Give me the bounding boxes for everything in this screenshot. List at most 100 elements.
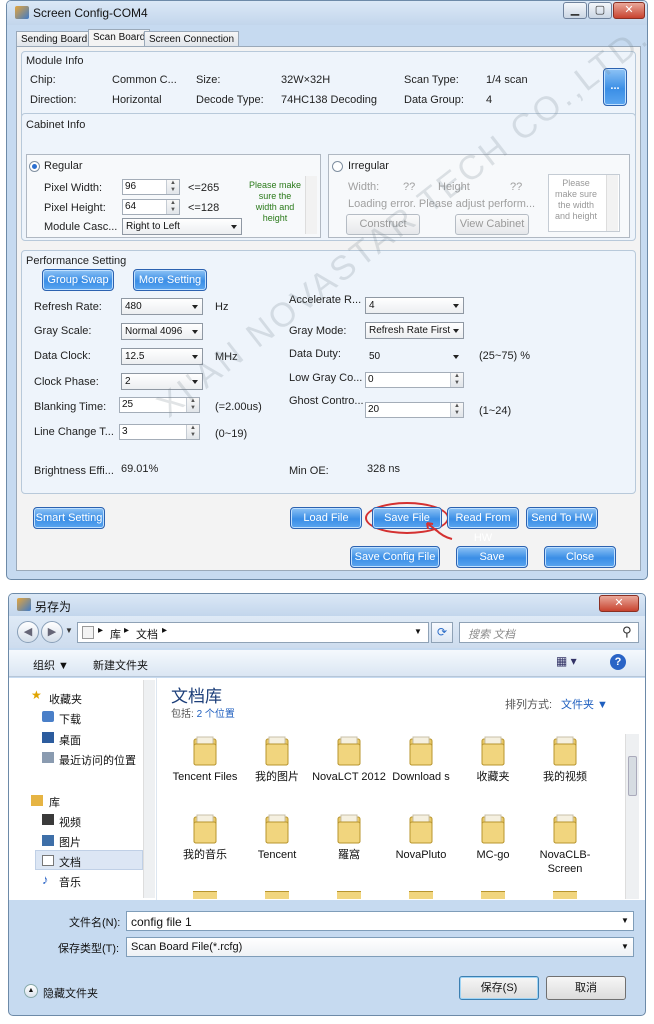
minimize-button[interactable]: ▁ <box>563 2 587 19</box>
folder-icon[interactable] <box>481 814 505 844</box>
back-button[interactable]: ◀ <box>17 621 39 643</box>
read-from-hw-button[interactable]: Read From HW <box>447 507 519 544</box>
new-folder-button[interactable]: 新建文件夹 <box>93 657 148 673</box>
folder-icon[interactable] <box>193 814 217 844</box>
tab-scan-board[interactable]: Scan Board <box>88 29 151 47</box>
module-more-button[interactable]: ... <box>603 68 627 106</box>
help-icon[interactable]: ? <box>610 654 626 670</box>
view-cabinet-button[interactable]: View Cabinet <box>455 214 529 235</box>
folder-icon-partial[interactable] <box>265 891 289 899</box>
nav-downloads[interactable]: 下载 <box>59 711 81 727</box>
search-box[interactable]: 搜索 文档 ⚲ <box>459 622 639 643</box>
nav-recent-places[interactable]: 最近访问的位置 <box>59 752 136 768</box>
save-as-cancel-button[interactable]: 取消 <box>546 976 626 1000</box>
blanking-time-input[interactable]: 25 ▲ ▼ <box>119 397 200 413</box>
save-as-close-button[interactable]: ✕ <box>599 595 639 612</box>
maximize-button[interactable]: ▢ <box>588 2 612 19</box>
nav-videos[interactable]: 视频 <box>59 814 81 830</box>
search-icon[interactable]: ⚲ <box>622 624 632 640</box>
library-locations-link[interactable]: 2 个位置 <box>197 709 235 720</box>
folder-icon[interactable] <box>481 736 505 766</box>
folder-icon[interactable] <box>553 814 577 844</box>
nav-favorites[interactable]: 收藏夹 <box>49 691 82 707</box>
folder-icon[interactable] <box>409 814 433 844</box>
folder-icon-partial[interactable] <box>409 891 433 899</box>
data-clock-select[interactable]: 12.5 <box>121 348 203 365</box>
regular-note-scrollbar[interactable] <box>305 176 317 234</box>
folder-icon[interactable] <box>265 814 289 844</box>
folder-scrollbar[interactable] <box>625 734 639 899</box>
accelerate-rate-select[interactable]: 4 <box>365 297 464 314</box>
folder-icon-partial[interactable] <box>553 891 577 899</box>
send-to-hw-button[interactable]: Send To HW <box>526 507 598 529</box>
clock-phase-select[interactable]: 2 <box>121 373 203 390</box>
view-options-icon[interactable]: ▦ ▾ <box>556 654 577 668</box>
folder-icon-partial[interactable] <box>337 891 361 899</box>
folder-label[interactable]: 我的视频 <box>528 770 602 784</box>
tab-screen-connection[interactable]: Screen Connection <box>144 31 240 47</box>
folder-label[interactable]: NovaLCT 2012 <box>312 770 386 784</box>
ghost-control-spinner[interactable]: ▲ ▼ <box>450 403 463 417</box>
folder-icon[interactable] <box>337 736 361 766</box>
close-window-button[interactable]: ✕ <box>613 2 645 19</box>
filename-input[interactable]: config file 1 ▼ <box>126 911 634 931</box>
group-swap-button[interactable]: Group Swap <box>42 269 114 291</box>
load-file-button[interactable]: Load File <box>290 507 362 529</box>
nav-music[interactable]: 音乐 <box>59 874 81 890</box>
ghost-control-input[interactable]: 20 ▲ ▼ <box>365 402 464 418</box>
line-change-input[interactable]: 3 ▲ ▼ <box>119 424 200 440</box>
filename-dropdown-icon[interactable]: ▼ <box>621 916 629 925</box>
hide-folders-toggle[interactable]: 隐藏文件夹 <box>43 985 98 1001</box>
data-duty-select[interactable]: 50 <box>365 348 464 365</box>
pixel-width-spinner[interactable]: ▲ ▼ <box>166 180 179 194</box>
irregular-note-scrollbar[interactable] <box>606 175 618 231</box>
folder-label[interactable]: 我的音乐 <box>168 848 242 862</box>
folder-label[interactable]: Download s <box>384 770 458 784</box>
folder-label[interactable]: NovaCLB-Screen <box>528 848 602 876</box>
regular-radio[interactable] <box>29 161 40 172</box>
module-cascade-select[interactable]: Right to Left <box>122 218 242 235</box>
more-setting-button[interactable]: More Setting <box>133 269 207 291</box>
folder-icon[interactable] <box>265 736 289 766</box>
low-gray-input[interactable]: 0 ▲ ▼ <box>365 372 464 388</box>
address-bar[interactable]: ▸ 库 ▸ 文档 ▸ ▼ <box>77 622 429 643</box>
folder-label[interactable]: MC-go <box>456 848 530 862</box>
folder-icon[interactable] <box>409 736 433 766</box>
nav-pictures[interactable]: 图片 <box>59 834 81 850</box>
folder-label[interactable]: 收藏夹 <box>456 770 530 784</box>
save-button[interactable]: Save <box>456 546 528 568</box>
folder-icon-partial[interactable] <box>481 891 505 899</box>
save-config-file-button[interactable]: Save Config File <box>350 546 440 568</box>
folder-label[interactable]: Tencent <box>240 848 314 862</box>
blanking-time-spinner[interactable]: ▲ ▼ <box>186 398 199 412</box>
gray-scale-select[interactable]: Normal 4096 <box>121 323 203 340</box>
filetype-dropdown-icon[interactable]: ▼ <box>621 942 629 951</box>
irregular-radio[interactable] <box>332 161 343 172</box>
nav-libraries[interactable]: 库 <box>49 794 60 810</box>
pixel-height-input[interactable]: 64 ▲ ▼ <box>122 199 180 215</box>
hide-folders-icon[interactable]: ▲ <box>24 984 38 998</box>
address-dropdown-icon[interactable]: ▼ <box>414 627 422 636</box>
pixel-height-spinner[interactable]: ▲ ▼ <box>166 200 179 214</box>
folder-icon[interactable] <box>337 814 361 844</box>
folder-icon[interactable] <box>553 736 577 766</box>
refresh-rate-select[interactable]: 480 <box>121 298 203 315</box>
line-change-spinner[interactable]: ▲ ▼ <box>186 425 199 439</box>
save-as-save-button[interactable]: 保存(S) <box>459 976 539 1000</box>
folder-scrollbar-thumb[interactable] <box>628 756 637 796</box>
forward-button[interactable]: ▶ <box>41 621 63 643</box>
close-button[interactable]: Close <box>544 546 616 568</box>
folder-label[interactable]: 我的图片 <box>240 770 314 784</box>
low-gray-spinner[interactable]: ▲ ▼ <box>450 373 463 387</box>
history-dropdown-icon[interactable]: ▼ <box>65 626 73 635</box>
folder-label[interactable]: 羅窩 <box>312 848 386 862</box>
smart-setting-button[interactable]: Smart Setting <box>33 507 105 529</box>
filetype-select[interactable]: Scan Board File(*.rcfg) ▼ <box>126 937 634 957</box>
nav-desktop[interactable]: 桌面 <box>59 732 81 748</box>
tab-sending-board[interactable]: Sending Board <box>16 31 93 47</box>
folder-icon[interactable] <box>193 736 217 766</box>
pixel-width-input[interactable]: 96 ▲ ▼ <box>122 179 180 195</box>
nav-scrollbar[interactable] <box>143 680 155 898</box>
folder-label[interactable]: Tencent Files <box>168 770 242 784</box>
refresh-button[interactable]: ⟳ <box>431 622 453 643</box>
